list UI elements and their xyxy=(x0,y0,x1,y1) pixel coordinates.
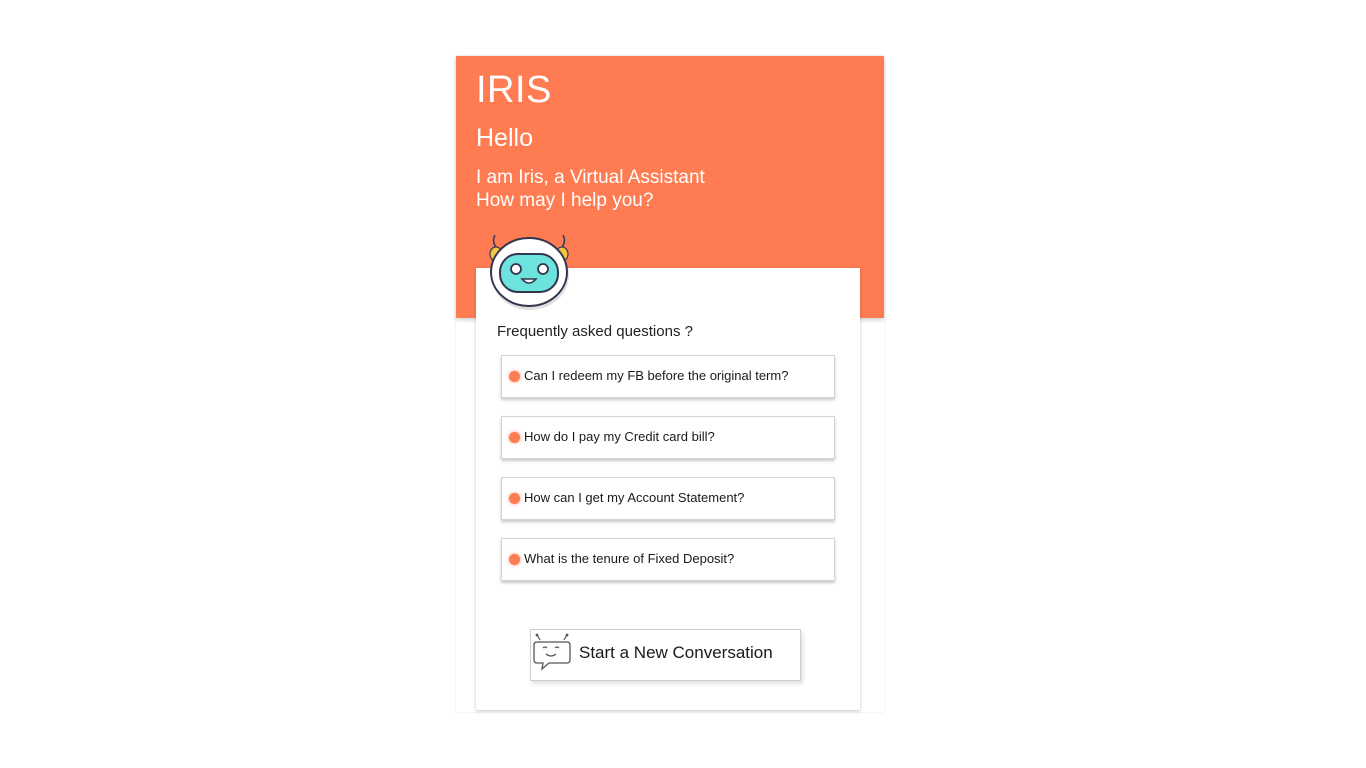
faq-question: How do I pay my Credit card bill? xyxy=(524,429,715,444)
faq-question: How can I get my Account Statement? xyxy=(524,490,745,505)
faq-item[interactable]: How can I get my Account Statement? xyxy=(501,477,835,520)
intro-line-1: I am Iris, a Virtual Assistant xyxy=(476,167,705,188)
faq-card: Frequently asked questions ? Can I redee… xyxy=(476,268,860,710)
faq-item[interactable]: How do I pay my Credit card bill? xyxy=(501,416,835,459)
bullet-dot-icon xyxy=(509,493,520,504)
robot-chat-bubble-icon xyxy=(533,633,573,671)
faq-item[interactable]: What is the tenure of Fixed Deposit? xyxy=(501,538,835,581)
intro-text: I am Iris, a Virtual Assistant How may I… xyxy=(476,166,705,212)
bullet-dot-icon xyxy=(509,432,520,443)
app-title: IRIS xyxy=(476,69,552,111)
greeting-text: Hello xyxy=(476,124,533,152)
bullet-dot-icon xyxy=(509,554,520,565)
bullet-dot-icon xyxy=(509,371,520,382)
start-new-conversation-button[interactable]: Start a New Conversation xyxy=(530,629,801,681)
chat-widget: IRIS Hello I am Iris, a Virtual Assistan… xyxy=(456,56,884,712)
start-new-conversation-label: Start a New Conversation xyxy=(579,643,773,662)
faq-question: What is the tenure of Fixed Deposit? xyxy=(524,551,735,566)
faq-title: Frequently asked questions ? xyxy=(497,323,693,340)
robot-avatar-icon xyxy=(486,234,574,314)
faq-item[interactable]: Can I redeem my FB before the original t… xyxy=(501,355,835,398)
faq-question: Can I redeem my FB before the original t… xyxy=(524,368,789,383)
intro-line-2: How may I help you? xyxy=(476,190,654,211)
